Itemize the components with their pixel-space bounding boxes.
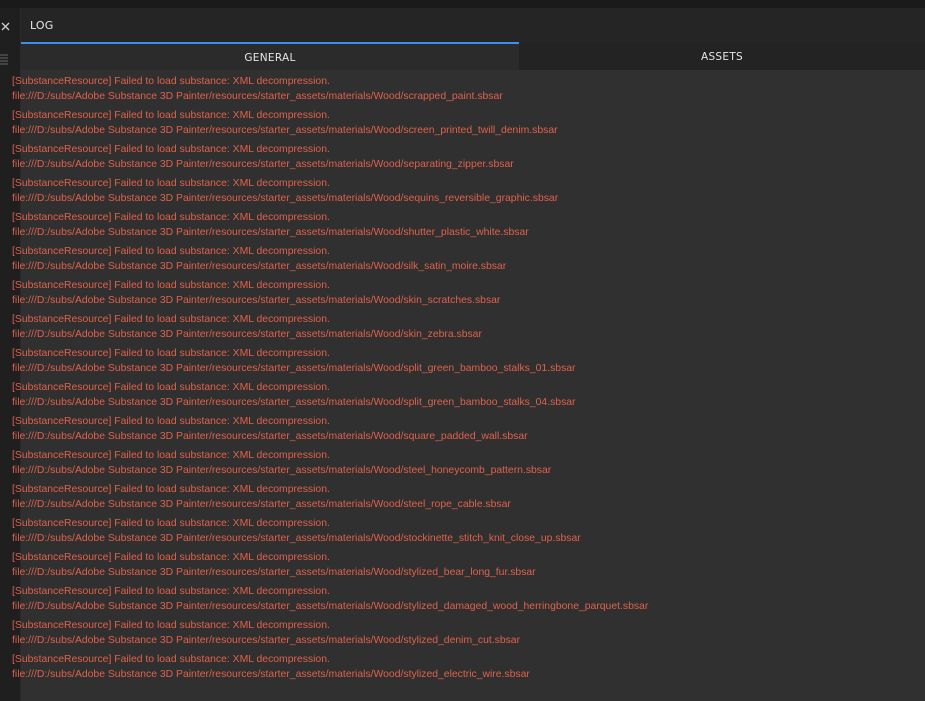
log-path: file:///D:/subs/Adobe Substance 3D Paint… bbox=[12, 295, 501, 306]
log-list[interactable]: [SubstanceResource] Failed to load subst… bbox=[12, 74, 897, 686]
log-path: file:///D:/subs/Adobe Substance 3D Paint… bbox=[12, 567, 536, 578]
log-message: [SubstanceResource] Failed to load subst… bbox=[12, 76, 330, 87]
log-message: [SubstanceResource] Failed to load subst… bbox=[12, 586, 330, 597]
window-top-strip bbox=[0, 0, 925, 8]
log-entry[interactable]: [SubstanceResource] Failed to load subst… bbox=[12, 312, 897, 346]
log-message: [SubstanceResource] Failed to load subst… bbox=[12, 484, 330, 495]
log-path: file:///D:/subs/Adobe Substance 3D Paint… bbox=[12, 261, 507, 272]
log-path: file:///D:/subs/Adobe Substance 3D Paint… bbox=[12, 669, 530, 680]
log-path: file:///D:/subs/Adobe Substance 3D Paint… bbox=[12, 397, 576, 408]
panel-titlebar: LOG bbox=[21, 8, 925, 42]
log-path: file:///D:/subs/Adobe Substance 3D Paint… bbox=[12, 465, 552, 476]
log-entry[interactable]: [SubstanceResource] Failed to load subst… bbox=[12, 414, 897, 448]
log-entry[interactable]: [SubstanceResource] Failed to load subst… bbox=[12, 176, 897, 210]
log-entry[interactable]: [SubstanceResource] Failed to load subst… bbox=[12, 108, 897, 142]
log-path: file:///D:/subs/Adobe Substance 3D Paint… bbox=[12, 601, 649, 612]
tab-general[interactable]: GENERAL bbox=[21, 42, 519, 70]
log-entry[interactable]: [SubstanceResource] Failed to load subst… bbox=[12, 346, 897, 380]
log-message: [SubstanceResource] Failed to load subst… bbox=[12, 654, 330, 665]
close-icon[interactable] bbox=[0, 18, 12, 31]
log-entry[interactable]: [SubstanceResource] Failed to load subst… bbox=[12, 244, 897, 278]
log-message: [SubstanceResource] Failed to load subst… bbox=[12, 246, 330, 257]
log-entry[interactable]: [SubstanceResource] Failed to load subst… bbox=[12, 380, 897, 414]
log-message: [SubstanceResource] Failed to load subst… bbox=[12, 620, 330, 631]
log-entry[interactable]: [SubstanceResource] Failed to load subst… bbox=[12, 448, 897, 482]
menu-icon[interactable] bbox=[0, 52, 10, 66]
log-entry[interactable]: [SubstanceResource] Failed to load subst… bbox=[12, 278, 897, 312]
log-message: [SubstanceResource] Failed to load subst… bbox=[12, 416, 330, 427]
log-message: [SubstanceResource] Failed to load subst… bbox=[12, 110, 330, 121]
log-path: file:///D:/subs/Adobe Substance 3D Paint… bbox=[12, 91, 503, 102]
log-window: LOG GENERAL ASSETS [SubstanceResource] F… bbox=[0, 0, 925, 701]
log-path: file:///D:/subs/Adobe Substance 3D Paint… bbox=[12, 431, 528, 442]
log-path: file:///D:/subs/Adobe Substance 3D Paint… bbox=[12, 499, 511, 510]
log-path: file:///D:/subs/Adobe Substance 3D Paint… bbox=[12, 125, 558, 136]
log-entry[interactable]: [SubstanceResource] Failed to load subst… bbox=[12, 482, 897, 516]
log-path: file:///D:/subs/Adobe Substance 3D Paint… bbox=[12, 533, 581, 544]
tab-assets[interactable]: ASSETS bbox=[519, 42, 925, 70]
panel-title: LOG bbox=[30, 19, 54, 32]
log-message: [SubstanceResource] Failed to load subst… bbox=[12, 212, 330, 223]
log-entry[interactable]: [SubstanceResource] Failed to load subst… bbox=[12, 74, 897, 108]
log-path: file:///D:/subs/Adobe Substance 3D Paint… bbox=[12, 363, 576, 374]
log-entry[interactable]: [SubstanceResource] Failed to load subst… bbox=[12, 550, 897, 584]
log-message: [SubstanceResource] Failed to load subst… bbox=[12, 518, 330, 529]
log-message: [SubstanceResource] Failed to load subst… bbox=[12, 178, 330, 189]
log-entry[interactable]: [SubstanceResource] Failed to load subst… bbox=[12, 210, 897, 244]
log-path: file:///D:/subs/Adobe Substance 3D Paint… bbox=[12, 635, 521, 646]
log-message: [SubstanceResource] Failed to load subst… bbox=[12, 314, 330, 325]
log-message: [SubstanceResource] Failed to load subst… bbox=[12, 552, 330, 563]
log-path: file:///D:/subs/Adobe Substance 3D Paint… bbox=[12, 193, 559, 204]
log-entry[interactable]: [SubstanceResource] Failed to load subst… bbox=[12, 618, 897, 652]
log-entry[interactable]: [SubstanceResource] Failed to load subst… bbox=[12, 142, 897, 176]
log-path: file:///D:/subs/Adobe Substance 3D Paint… bbox=[12, 227, 529, 238]
log-entry[interactable]: [SubstanceResource] Failed to load subst… bbox=[12, 516, 897, 550]
tab-bar: GENERAL ASSETS bbox=[21, 42, 925, 70]
log-message: [SubstanceResource] Failed to load subst… bbox=[12, 280, 330, 291]
log-message: [SubstanceResource] Failed to load subst… bbox=[12, 382, 330, 393]
log-message: [SubstanceResource] Failed to load subst… bbox=[12, 348, 330, 359]
log-path: file:///D:/subs/Adobe Substance 3D Paint… bbox=[12, 159, 514, 170]
log-entry[interactable]: [SubstanceResource] Failed to load subst… bbox=[12, 584, 897, 618]
log-path: file:///D:/subs/Adobe Substance 3D Paint… bbox=[12, 329, 482, 340]
log-entry[interactable]: [SubstanceResource] Failed to load subst… bbox=[12, 652, 897, 686]
log-message: [SubstanceResource] Failed to load subst… bbox=[12, 144, 330, 155]
log-message: [SubstanceResource] Failed to load subst… bbox=[12, 450, 330, 461]
